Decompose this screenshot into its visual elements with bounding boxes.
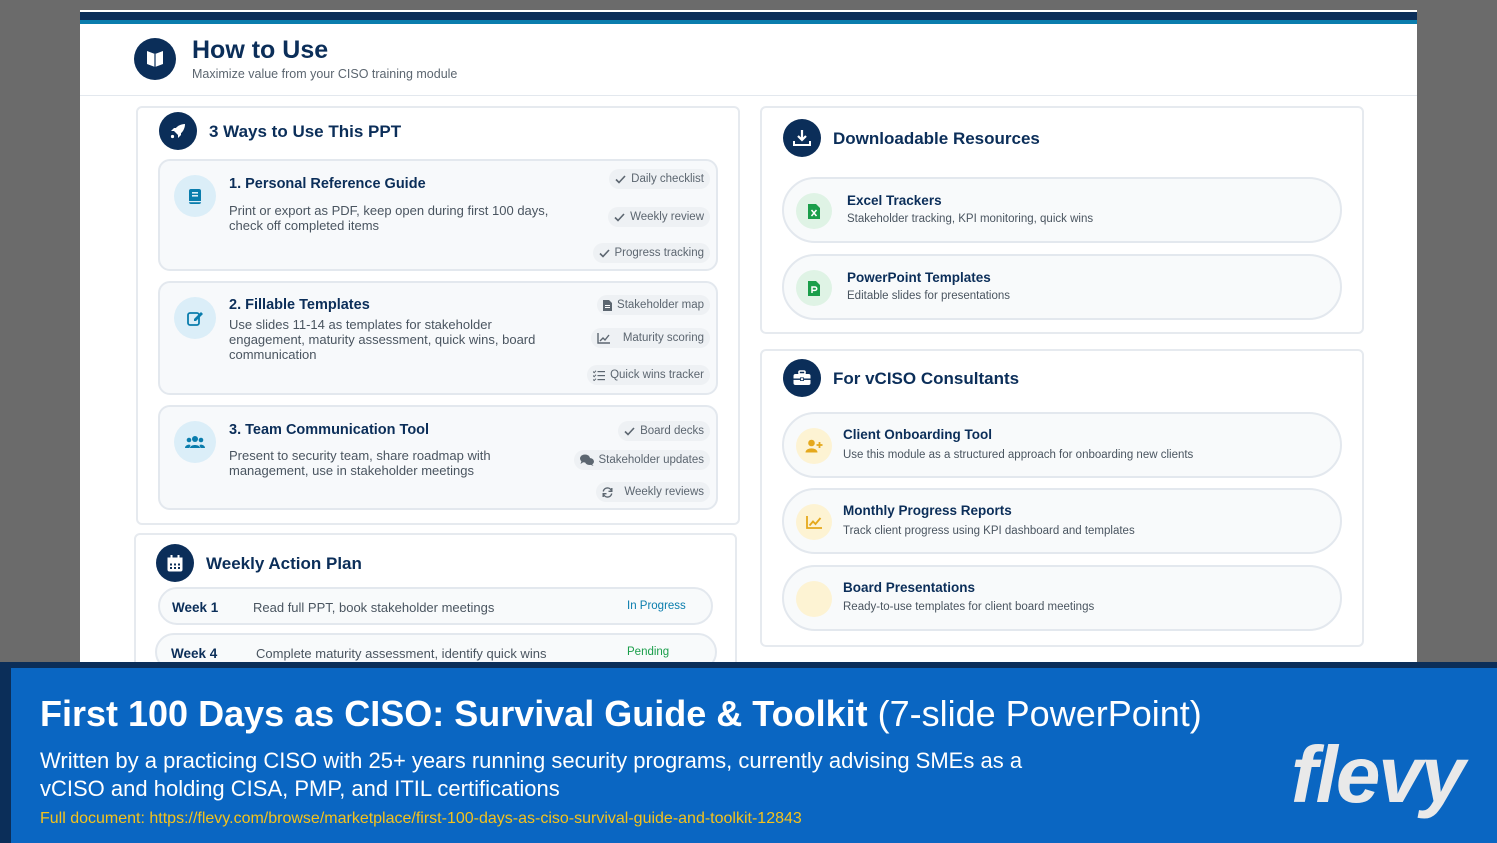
page-subtitle: Maximize value from your CISO training m… — [192, 67, 458, 81]
resource-desc: Stakeholder tracking, KPI monitoring, qu… — [847, 213, 1094, 225]
page-title: How to Use — [192, 36, 329, 64]
way-card-title: 1. Personal Reference Guide — [229, 176, 426, 192]
vciso-item-desc: Track client progress using KPI dashboar… — [843, 525, 1135, 537]
users-icon — [174, 421, 216, 463]
tag-label: Weekly reviews — [624, 486, 704, 498]
weekly-panel: Weekly Action Plan Week 1 Read full PPT,… — [134, 533, 737, 670]
document-title-main: First 100 Days as CISO: Survival Guide &… — [40, 693, 868, 734]
resource-title: PowerPoint Templates — [847, 270, 991, 285]
footer-banner: First 100 Days as CISO: Survival Guide &… — [0, 662, 1497, 843]
powerpoint-file-icon — [796, 270, 832, 306]
tag-label: Quick wins tracker — [610, 369, 704, 381]
footer-inner: First 100 Days as CISO: Survival Guide &… — [11, 668, 1497, 843]
list-check-icon — [593, 369, 606, 381]
vciso-board-presentations[interactable]: Board Presentations Ready-to-use templat… — [782, 565, 1342, 631]
tag-weekly-reviews: Weekly reviews — [596, 482, 710, 502]
downloads-panel: Downloadable Resources Excel Trackers St… — [760, 106, 1364, 334]
presentation-icon — [796, 581, 832, 617]
tag-maturity-scoring: Maturity scoring — [590, 328, 710, 348]
tag-board-decks: Board decks — [618, 421, 710, 441]
vciso-panel: For vCISO Consultants Client Onboarding … — [760, 349, 1364, 647]
book-open-icon — [134, 38, 176, 80]
resource-powerpoint-templates[interactable]: PowerPoint Templates Editable slides for… — [782, 254, 1342, 320]
comments-icon — [579, 454, 594, 466]
book-icon — [174, 175, 216, 217]
rocket-icon — [159, 112, 197, 150]
week-task: Read full PPT, book stakeholder meetings — [253, 600, 495, 615]
vciso-item-desc: Ready-to-use templates for client board … — [843, 601, 1095, 613]
tag-label: Board decks — [640, 425, 704, 437]
chart-line-icon — [597, 332, 610, 344]
chart-line-icon — [796, 504, 832, 540]
slide-top-bar — [80, 10, 1417, 24]
slide-header: How to Use Maximize value from your CISO… — [80, 24, 1417, 96]
way-card-team-communication: 3. Team Communication Tool Present to se… — [158, 405, 718, 510]
document-link[interactable]: Full document: https://flevy.com/browse/… — [40, 810, 802, 828]
resource-desc: Editable slides for presentations — [847, 290, 1011, 302]
document-title-format: (7-slide PowerPoint) — [877, 693, 1202, 734]
vciso-item-title: Client Onboarding Tool — [843, 427, 992, 442]
tag-label: Weekly review — [630, 211, 704, 223]
download-icon — [783, 119, 821, 157]
vciso-item-title: Monthly Progress Reports — [843, 503, 1012, 518]
way-card-desc: Use slides 11-14 as templates for stakeh… — [229, 317, 536, 362]
tag-label: Progress tracking — [614, 247, 704, 259]
status-badge: In Progress — [627, 600, 686, 612]
ways-title: 3 Ways to Use This PPT — [209, 122, 402, 141]
check-icon — [624, 426, 635, 436]
briefcase-icon — [783, 359, 821, 397]
document-title: First 100 Days as CISO: Survival Guide &… — [40, 693, 1202, 735]
tag-label: Stakeholder map — [617, 299, 704, 311]
tag-label: Stakeholder updates — [598, 454, 705, 466]
week-label: Week 4 — [171, 646, 218, 661]
check-icon — [614, 212, 625, 222]
tag-label: Maturity scoring — [622, 332, 704, 344]
tag-progress-tracking: Progress tracking — [592, 243, 710, 263]
weekly-title: Weekly Action Plan — [206, 554, 362, 573]
tag-stakeholder-map: Stakeholder map — [597, 295, 710, 315]
refresh-icon — [602, 486, 613, 498]
way-card-desc: Present to security team, share roadmap … — [229, 448, 491, 478]
vciso-item-desc: Use this module as a structured approach… — [843, 449, 1194, 461]
edit-icon — [174, 297, 216, 339]
vciso-title: For vCISO Consultants — [833, 369, 1020, 388]
check-icon — [615, 174, 626, 184]
week-row: Week 1 Read full PPT, book stakeholder m… — [158, 587, 713, 625]
status-badge: Pending — [627, 646, 670, 658]
user-plus-icon — [796, 428, 832, 464]
tag-daily-checklist: Daily checklist — [609, 169, 710, 189]
tag-stakeholder-updates: Stakeholder updates — [573, 450, 710, 470]
slide: How to Use Maximize value from your CISO… — [80, 10, 1417, 670]
document-description: Written by a practicing CISO with 25+ ye… — [40, 748, 1023, 801]
week-label: Week 1 — [172, 600, 219, 615]
tag-quick-wins-tracker: Quick wins tracker — [587, 365, 710, 385]
calendar-icon — [156, 544, 194, 582]
downloads-title: Downloadable Resources — [833, 129, 1040, 148]
check-icon — [598, 248, 610, 258]
excel-file-icon — [796, 193, 832, 229]
tag-label: Daily checklist — [631, 173, 704, 185]
week-task: Complete maturity assessment, identify q… — [256, 646, 547, 661]
way-card-desc: Print or export as PDF, keep open during… — [229, 203, 549, 233]
resource-excel-trackers[interactable]: Excel Trackers Stakeholder tracking, KPI… — [782, 177, 1342, 243]
vciso-client-onboarding[interactable]: Client Onboarding Tool Use this module a… — [782, 412, 1342, 478]
vciso-item-title: Board Presentations — [843, 580, 976, 595]
ways-panel: 3 Ways to Use This PPT 1. Personal Refer… — [136, 106, 740, 525]
way-card-title: 3. Team Communication Tool — [229, 422, 430, 438]
way-card-reference-guide: 1. Personal Reference Guide Print or exp… — [158, 159, 718, 271]
tag-weekly-review: Weekly review — [608, 207, 710, 227]
vciso-monthly-reports[interactable]: Monthly Progress Reports Track client pr… — [782, 488, 1342, 554]
way-card-title: 2. Fillable Templates — [229, 297, 370, 313]
document-icon — [603, 299, 613, 311]
way-card-fillable-templates: 2. Fillable Templates Use slides 11-14 a… — [158, 281, 718, 395]
flevy-logo[interactable]: flevy — [1291, 730, 1465, 820]
resource-title: Excel Trackers — [847, 193, 942, 208]
